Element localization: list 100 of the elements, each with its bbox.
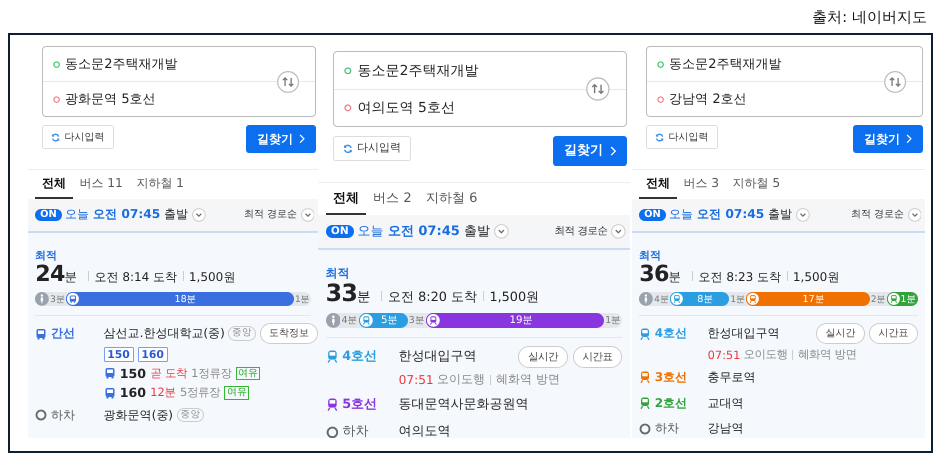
station-name: 충무로역 bbox=[708, 368, 756, 386]
walk-duration: 3분 bbox=[408, 314, 426, 327]
search-button[interactable]: 길찾기 bbox=[552, 136, 628, 166]
reset-button[interactable]: 다시입력 bbox=[42, 125, 114, 150]
info-button[interactable]: 시간표 bbox=[869, 323, 918, 344]
sort-option[interactable]: 최적 경로순 bbox=[850, 208, 904, 222]
train-icon bbox=[326, 350, 338, 364]
walking-person-icon bbox=[35, 292, 49, 306]
walk-duration: 1분 bbox=[729, 294, 746, 306]
sort-option[interactable]: 최적 경로순 bbox=[554, 224, 608, 238]
walk-duration: 2분 bbox=[870, 294, 887, 306]
refresh-icon bbox=[342, 144, 352, 154]
station-name: 동대문역사문화공원역 bbox=[398, 396, 529, 413]
station-name: 강남역 bbox=[708, 420, 744, 438]
walk-duration: 4분 bbox=[340, 314, 359, 327]
walking-person-icon bbox=[326, 312, 340, 328]
realtime-toggle[interactable]: ON bbox=[639, 208, 666, 221]
station-name: 여의도역 bbox=[398, 423, 451, 438]
train-icon bbox=[670, 292, 684, 306]
origin-field[interactable]: 동소문2주택재개발 bbox=[334, 52, 626, 89]
reset-button[interactable]: 다시입력 bbox=[646, 125, 718, 150]
walk-duration: 3분 bbox=[49, 294, 66, 306]
tab[interactable]: 지하철 6 bbox=[418, 183, 485, 215]
alight-label: 하차 bbox=[342, 423, 368, 438]
chevron-down-icon[interactable] bbox=[192, 208, 206, 222]
tab[interactable]: 지하철 5 bbox=[726, 170, 787, 200]
arrival-time: 오전 8:23 도착 bbox=[698, 270, 782, 284]
departure-time[interactable]: 오늘 오전 07:45 출발 bbox=[669, 206, 792, 224]
refresh-icon bbox=[655, 132, 664, 142]
stops-away: 5정류장 bbox=[180, 385, 220, 400]
chevron-down-icon[interactable] bbox=[611, 224, 626, 239]
fare: 1,500원 bbox=[792, 270, 840, 284]
tab[interactable]: 버스 11 bbox=[72, 170, 130, 200]
circle-icon bbox=[344, 66, 352, 74]
circle-icon bbox=[35, 409, 48, 422]
chevron-right-icon bbox=[298, 134, 305, 144]
train-icon bbox=[358, 312, 374, 328]
bus-number-tag[interactable]: 150 bbox=[104, 346, 134, 362]
swap-icon[interactable] bbox=[586, 78, 610, 102]
chevron-down-icon[interactable] bbox=[908, 208, 922, 222]
bus-number-tag[interactable]: 160 bbox=[138, 346, 168, 362]
transit-segment: 1분 bbox=[886, 292, 918, 306]
arrival-time: 오전 8:20 도착 bbox=[388, 290, 477, 304]
tab[interactable]: 버스 3 bbox=[676, 170, 726, 200]
total-minutes: 33 bbox=[326, 280, 358, 306]
fare: 1,500원 bbox=[489, 290, 540, 304]
walk-duration: 1분 bbox=[604, 314, 622, 327]
transit-segment: 19분 bbox=[426, 312, 604, 328]
departure-time[interactable]: 오늘 오전 07:45 출발 bbox=[358, 222, 490, 240]
transit-line-label: 간선 bbox=[35, 322, 104, 344]
origin-field[interactable]: 동소문2주택재개발 bbox=[43, 47, 315, 82]
bus-icon bbox=[66, 292, 80, 306]
arrival-time: 오전 8:14 도착 bbox=[94, 270, 178, 284]
minutes-unit: 분 bbox=[64, 270, 78, 283]
sort-option[interactable]: 최적 경로순 bbox=[244, 208, 298, 222]
info-button[interactable]: 시간표 bbox=[572, 346, 622, 368]
train-icon bbox=[326, 398, 338, 411]
best-route-label: 최적 bbox=[35, 248, 58, 263]
chevron-down-icon[interactable] bbox=[300, 208, 314, 222]
bus-icon bbox=[104, 367, 116, 380]
tab[interactable]: 버스 2 bbox=[366, 183, 419, 215]
tab[interactable]: 지하철 1 bbox=[130, 170, 191, 200]
swap-icon[interactable] bbox=[884, 70, 906, 93]
transit-line-label: 5호선 bbox=[326, 392, 399, 416]
minutes-unit: 분 bbox=[668, 270, 682, 283]
arrival-status: 곧 도착 bbox=[150, 366, 187, 381]
info-button[interactable]: 실시간 bbox=[518, 346, 568, 368]
departure-time[interactable]: 오늘 오전 07:45 출발 bbox=[65, 206, 188, 224]
chevron-down-icon[interactable] bbox=[494, 224, 509, 239]
train-icon bbox=[639, 328, 652, 340]
origin-field[interactable]: 동소문2주택재개발 bbox=[647, 47, 922, 82]
reset-button[interactable]: 다시입력 bbox=[332, 136, 410, 162]
transit-line-label: 3호선 bbox=[639, 366, 708, 388]
station-name: 삼선교.한성대학교(중) bbox=[104, 325, 225, 342]
realtime-toggle[interactable]: ON bbox=[35, 208, 62, 221]
info-button[interactable]: 실시간 bbox=[816, 323, 865, 344]
transit-line-label: 4호선 bbox=[639, 322, 708, 344]
train-icon bbox=[746, 292, 760, 306]
exit-direction: 혜화역 방면 bbox=[798, 347, 857, 362]
chevron-right-icon bbox=[610, 146, 616, 156]
stops-away: 1정류장 bbox=[191, 366, 232, 381]
next-train-time: 07:51 bbox=[708, 348, 740, 362]
train-icon bbox=[426, 312, 441, 328]
realtime-toggle[interactable]: ON bbox=[326, 224, 354, 238]
transit-line-label: 4호선 bbox=[326, 345, 399, 368]
circle-icon bbox=[52, 96, 60, 103]
info-button[interactable]: 도착정보 bbox=[260, 323, 318, 344]
transit-segment: 18분 bbox=[66, 292, 294, 306]
chevron-down-icon[interactable] bbox=[796, 208, 810, 222]
search-button[interactable]: 길찾기 bbox=[853, 125, 923, 154]
circle-icon bbox=[656, 60, 664, 68]
minutes-unit: 분 bbox=[357, 290, 370, 306]
transit-segment: 5분 bbox=[358, 312, 408, 328]
search-button[interactable]: 길찾기 bbox=[246, 125, 316, 154]
swap-icon[interactable] bbox=[276, 70, 300, 93]
circle-icon bbox=[326, 426, 338, 438]
total-minutes: 36 bbox=[639, 262, 669, 286]
bus-number: 150 bbox=[120, 366, 146, 381]
walking-person-icon bbox=[639, 292, 653, 306]
alight-label: 하차 bbox=[50, 406, 75, 424]
